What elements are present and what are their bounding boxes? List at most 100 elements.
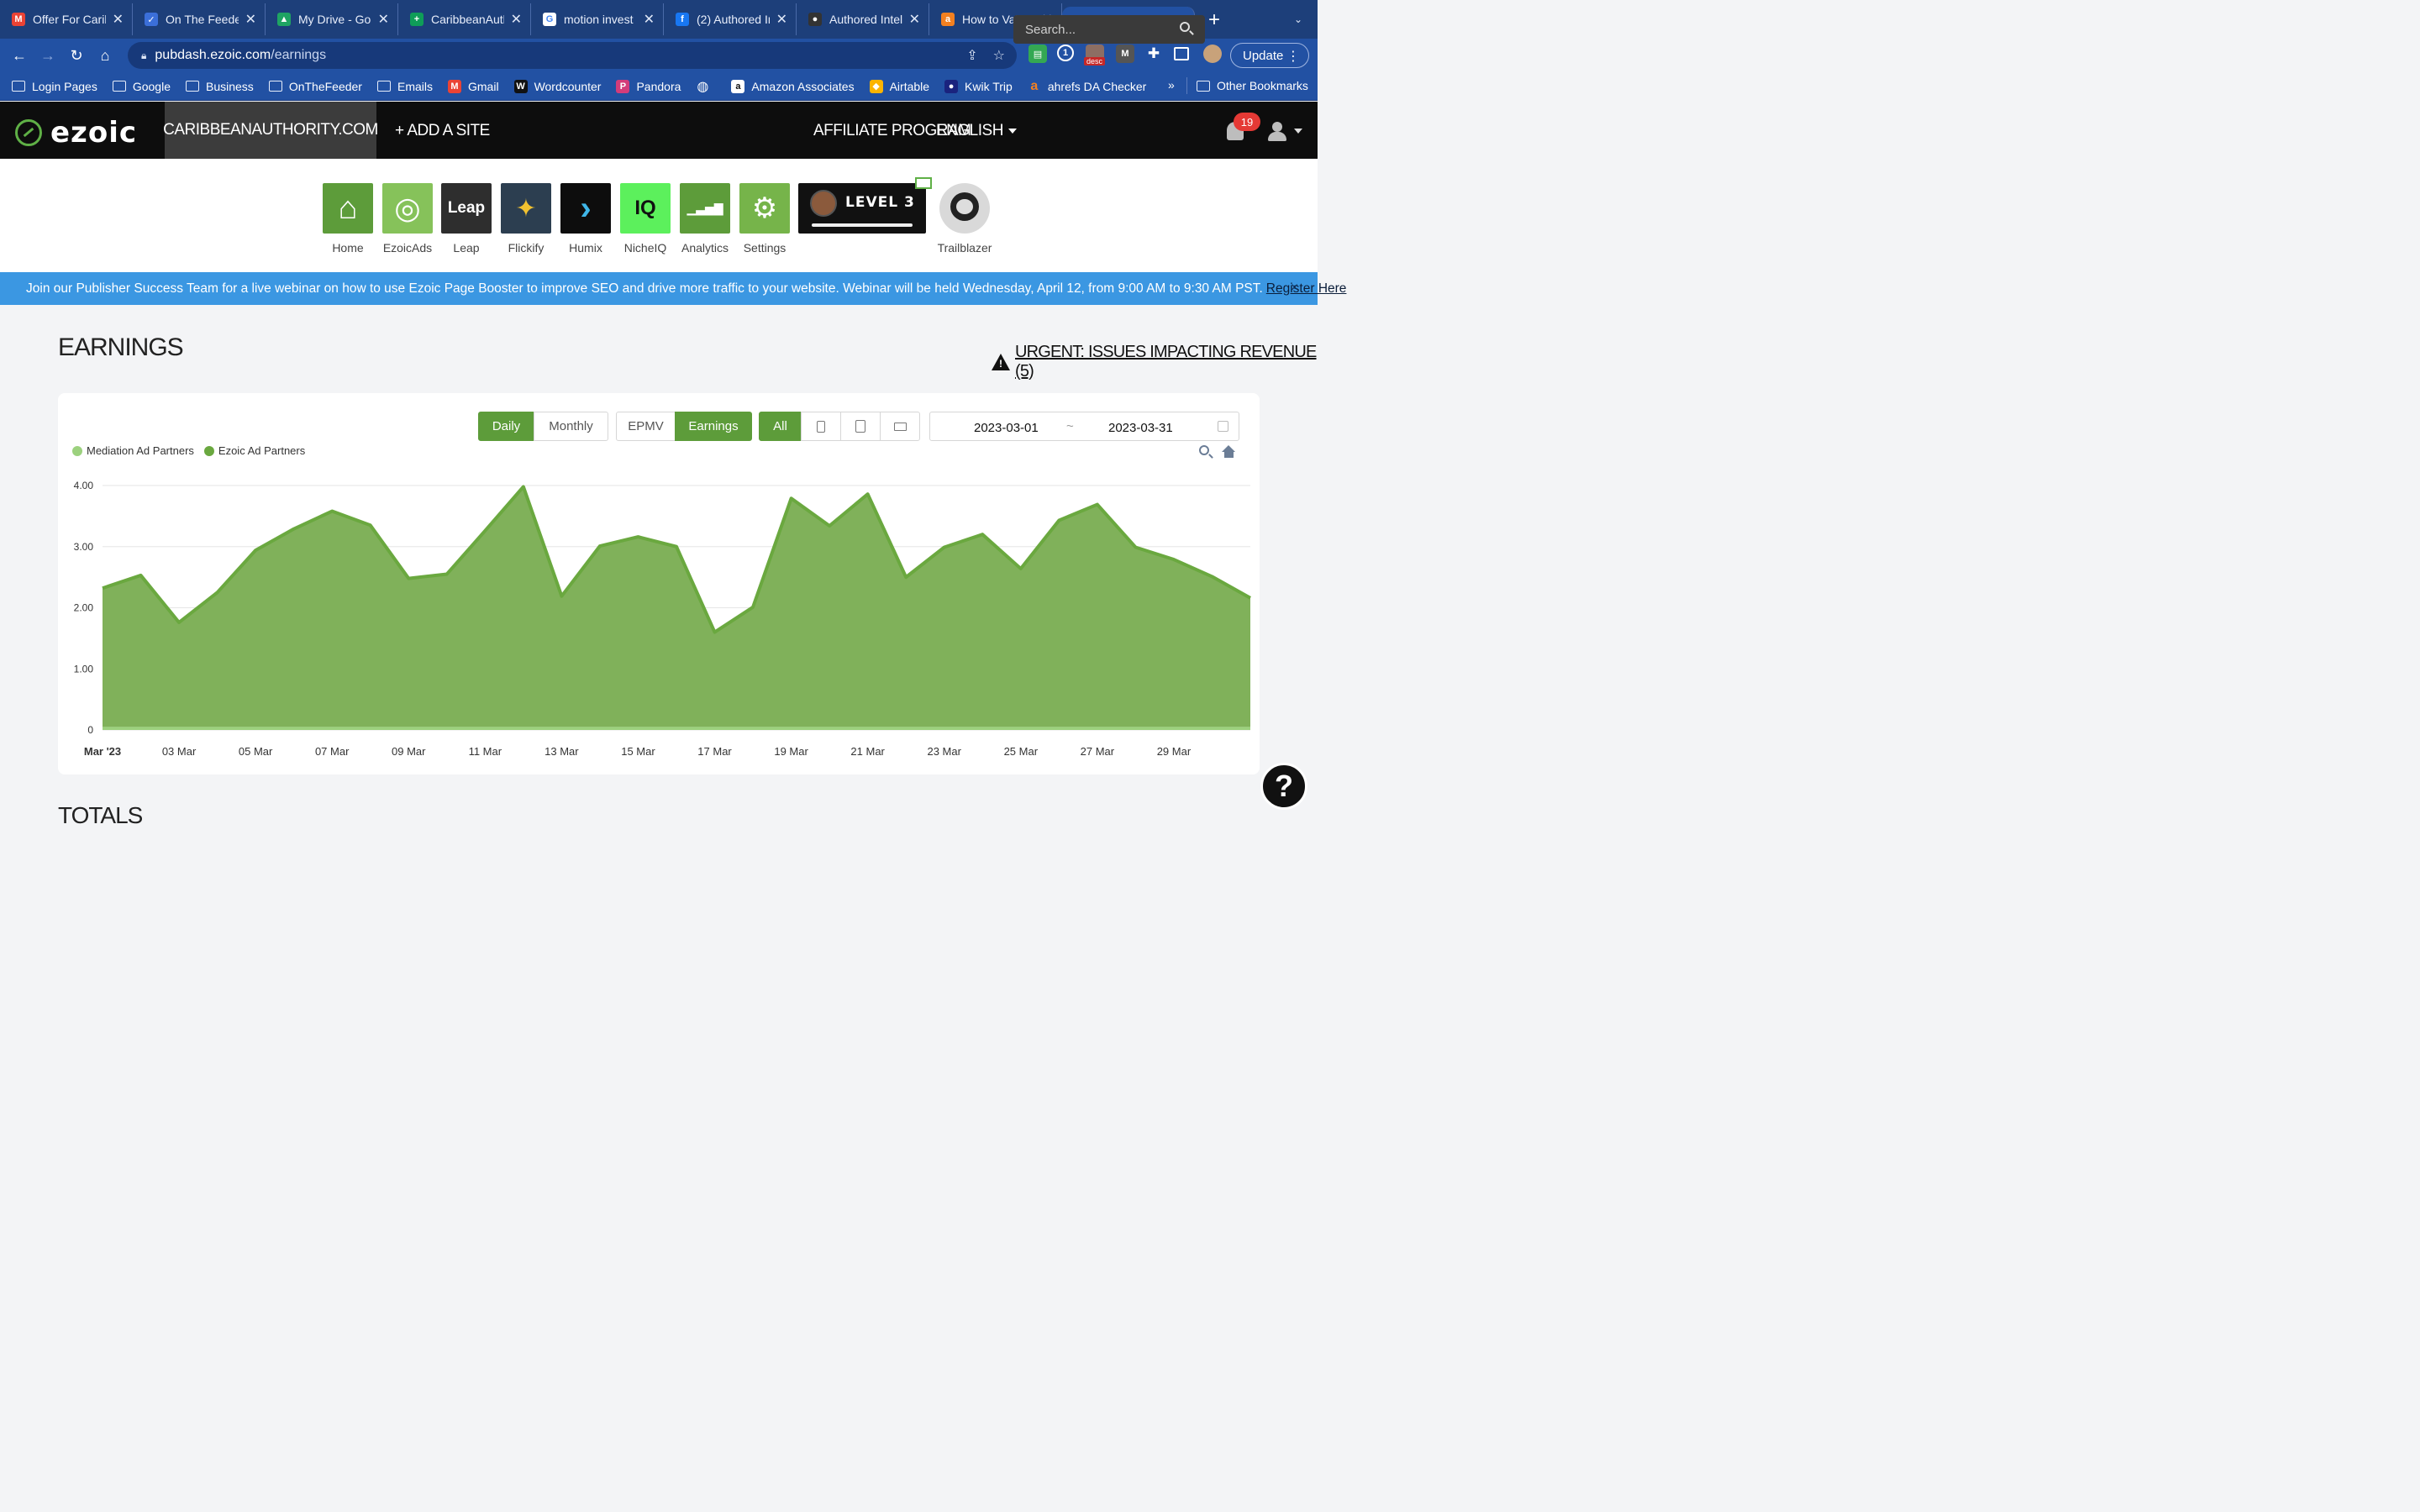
browser-tab[interactable]: ✓ On The Feeder ✕ [133,3,266,35]
bookmark-label: Emails [397,79,433,93]
extensions-puzzle-icon[interactable]: ✚ [1144,45,1163,63]
reload-button[interactable]: ↻ [62,47,91,65]
folder-icon [186,81,199,92]
calendar-icon[interactable] [1218,421,1228,432]
mobile-device-button[interactable] [801,412,841,441]
tab-close-icon[interactable]: ✕ [113,11,124,28]
bookmark-item[interactable]: a Amazon Associates [731,79,855,93]
bookmarks-overflow-button[interactable]: » [1168,78,1175,92]
analytics-icon: ▁▃▅▇ [680,183,730,234]
other-bookmarks[interactable]: Other Bookmarks [1197,79,1308,92]
bookmark-item[interactable]: Business [186,80,254,93]
register-here-link[interactable]: Register Here [1266,281,1347,297]
bookmark-item[interactable]: Emails [376,79,433,93]
search-icon[interactable] [1180,22,1190,32]
daily-button[interactable]: Daily [478,412,534,441]
urgent-issues-link[interactable]: URGENT: ISSUES IMPACTING REVENUE (5) [992,343,1318,381]
extension-onepassword-icon[interactable]: 1 [1057,45,1074,61]
tab-title: (2) Authored In [697,13,770,26]
search-input[interactable] [1013,15,1205,44]
legend-item[interactable]: Ezoic Ad Partners [203,444,305,457]
site-selector[interactable]: CARIBBEANAUTHORITY.COM [163,102,378,159]
tab-close-icon[interactable]: ✕ [245,11,256,28]
date-end[interactable]: 2023-03-31 [1108,421,1173,435]
tab-title: My Drive - Goo [298,13,371,26]
metric-toggle: EPMV Earnings [616,412,752,441]
language-label: ENGLISH [936,122,1003,139]
trailblazer-icon[interactable] [939,183,990,234]
epmv-button[interactable]: EPMV [616,412,676,441]
help-button[interactable]: ? [1260,763,1307,810]
extension-sheets-icon[interactable]: ▤ [1028,45,1047,63]
update-button[interactable]: Update ⋮ [1230,43,1309,68]
language-selector[interactable]: ENGLISH [936,122,1017,140]
earnings-metric-button[interactable]: Earnings [675,412,752,441]
share-icon[interactable]: ⇪ [966,47,977,64]
caret-down-icon [1007,128,1017,134]
bookmark-item[interactable]: Google [112,79,171,93]
bookmark-label: Gmail [468,79,499,93]
bookmark-item[interactable]: M Gmail [448,79,499,93]
settings-icon: ⚙ [739,183,790,234]
url-path: /earnings [271,48,327,62]
ezoic-logo-icon [15,119,42,146]
pandora-icon: P [616,79,630,93]
monthly-button[interactable]: Monthly [534,412,608,441]
tab-close-icon[interactable]: ✕ [776,11,787,28]
home-button[interactable]: ⌂ [91,47,119,65]
user-caret-down-icon[interactable] [1294,129,1302,134]
profile-avatar[interactable] [1203,45,1222,63]
mail-icon[interactable] [915,177,932,189]
menu-dots-icon[interactable]: ⋮ [1286,48,1300,65]
extension-badge: desc [1084,57,1106,66]
bookmark-star-icon[interactable]: ☆ [993,47,1005,64]
legend-item[interactable]: Mediation Ad Partners [72,444,194,457]
tab-close-icon[interactable]: ✕ [644,11,655,28]
date-separator: ~ [1066,419,1074,433]
legend-label: Mediation Ad Partners [87,444,194,457]
browser-tab[interactable]: f (2) Authored In ✕ [664,3,797,35]
bookmark-item[interactable]: P Pandora [616,79,681,93]
bookmark-item[interactable]: W Wordcounter [513,79,602,93]
browser-tab[interactable]: ▲ My Drive - Goo ✕ [266,3,398,35]
new-tab-button[interactable]: + [1208,8,1220,32]
tab-close-icon[interactable]: ✕ [511,11,522,28]
browser-tab[interactable]: Gmotion invest ✕ [531,3,664,35]
forward-button[interactable]: → [34,47,62,65]
bookmark-item[interactable]: ● Kwik Trip [944,79,1013,93]
zoom-icon[interactable] [1199,445,1209,455]
address-bar[interactable]: 🔒︎ pubdash.ezoic.com/earnings ⇪ ☆ [128,42,1017,69]
level-badge[interactable]: LEVEL 3 [798,177,932,234]
bookmark-item[interactable]: a ahrefs DA Checker [1028,79,1146,93]
user-account-icon[interactable] [1268,122,1286,141]
browser-tab[interactable]: ● Authored Intel ✕ [797,3,929,35]
bookmark-label: Wordcounter [534,79,602,93]
bookmark-item[interactable]: OnTheFeeder [268,80,362,93]
desktop-device-button[interactable] [880,412,920,441]
all-devices-button[interactable]: All [759,412,802,441]
banner-text: Join our Publisher Success Team for a li… [26,281,1263,296]
sidepanel-icon[interactable] [1174,47,1189,60]
banner-close-icon[interactable]: × [1291,281,1298,296]
browser-tab[interactable]: M Offer For Carib ✕ [0,3,133,35]
back-button[interactable]: ← [5,47,34,65]
bookmark-label: Google [132,79,171,93]
reset-zoom-home-icon[interactable] [1222,445,1236,458]
bookmark-item[interactable]: Login Pages [12,80,97,93]
x-tick-label: 25 Mar [1004,745,1039,758]
tab-close-icon[interactable]: ✕ [909,11,920,28]
tab-search-chevron-icon[interactable]: ⌄ [1294,13,1302,25]
extension-m-icon[interactable]: M [1116,45,1134,63]
ezoic-series-area [103,486,1250,727]
add-site-link[interactable]: + ADD A SITE [395,122,490,140]
tablet-device-button[interactable] [840,412,881,441]
tab-close-icon[interactable]: ✕ [378,11,389,28]
ezoic-logo[interactable]: ezoic [15,116,137,150]
date-start[interactable]: 2023-03-01 [974,421,1039,435]
bookmark-item[interactable]: ◆ Airtable [869,79,929,93]
date-range-picker[interactable]: 2023-03-01 ~ 2023-03-31 [929,412,1239,441]
bookmark-item[interactable]: ◍ [696,80,716,94]
tab-favicon-icon: + [410,13,424,26]
app-settings[interactable]: ⚙ Settings [739,183,790,255]
browser-tab[interactable]: + CaribbeanAuth ✕ [398,3,531,35]
